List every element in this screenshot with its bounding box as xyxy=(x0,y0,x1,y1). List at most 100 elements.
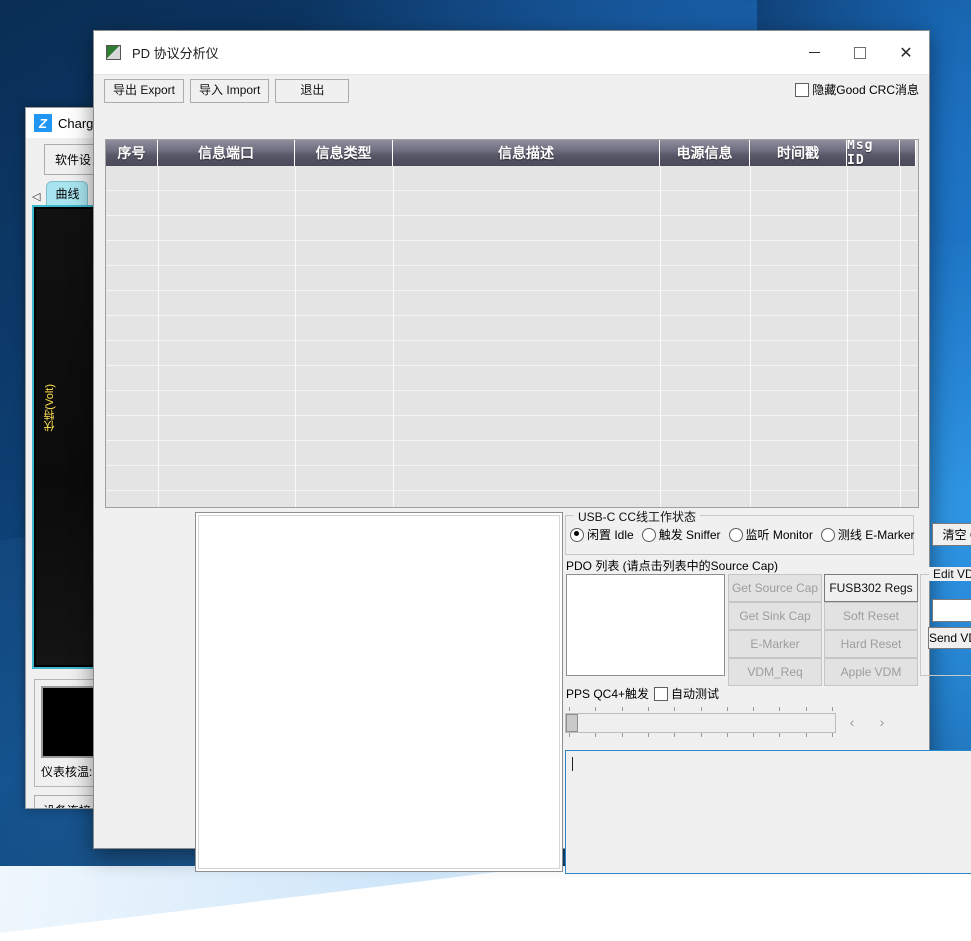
table-header-2[interactable]: 信息类型 xyxy=(295,140,393,166)
slider-tick xyxy=(832,707,833,711)
export-button[interactable]: 导出 Export xyxy=(104,79,184,103)
table-row[interactable] xyxy=(106,191,918,216)
cc-radio-1-label: 触发 Sniffer xyxy=(659,526,721,543)
background-window-title: Charg xyxy=(58,116,93,131)
pd-analyzer-window[interactable]: PD 协议分析仪 ✕ 导出 Export 导入 Import 退出 隐藏Good… xyxy=(93,30,930,849)
hard-reset-button[interactable]: Hard Reset xyxy=(824,630,918,658)
cc-status-groupbox: USB-C CC线工作状态 闲置 Idle触发 Sniffer监听 Monito… xyxy=(565,515,914,555)
slider-tick xyxy=(674,733,675,737)
slider-tick xyxy=(727,707,728,711)
clear-button[interactable]: 清空 Clear xyxy=(932,523,971,546)
hide-good-crc-checkbox[interactable]: 隐藏Good CRC消息 xyxy=(795,81,919,98)
table-row[interactable] xyxy=(106,416,918,441)
cc-radio-1-button xyxy=(642,528,656,542)
slider-tick xyxy=(806,733,807,737)
slider-tick xyxy=(674,707,675,711)
tab-scroll-left-icon[interactable]: ◁ xyxy=(32,190,44,205)
table-header-1[interactable]: 信息端口 xyxy=(158,140,295,166)
apple-vdm-button[interactable]: Apple VDM xyxy=(824,658,918,686)
table-header-3[interactable]: 信息描述 xyxy=(393,140,660,166)
maximize-icon xyxy=(854,47,866,59)
table-header-4[interactable]: 电源信息 xyxy=(660,140,750,166)
cc-radio-0-button xyxy=(570,528,584,542)
pps-slider-ticks-top xyxy=(569,707,832,711)
cc-radio-3[interactable]: 测线 E-Marker xyxy=(821,526,915,543)
minimize-button[interactable] xyxy=(791,31,837,74)
table-row[interactable] xyxy=(106,441,918,466)
slider-tick xyxy=(727,733,728,737)
slider-tick xyxy=(648,707,649,711)
get-sink-cap-button[interactable]: Get Sink Cap xyxy=(728,602,822,630)
tab-curve-chart[interactable]: 曲线 xyxy=(46,181,88,205)
slider-tick xyxy=(622,733,623,737)
slider-tick xyxy=(569,707,570,711)
auto-test-checkbox[interactable]: 自动测试 xyxy=(654,685,719,702)
slider-tick xyxy=(753,733,754,737)
soft-reset-button[interactable]: Soft Reset xyxy=(824,602,918,630)
pdo-list[interactable] xyxy=(566,574,725,676)
table-row[interactable] xyxy=(106,291,918,316)
cc-radio-2-label: 监听 Monitor xyxy=(746,526,813,543)
table-row[interactable] xyxy=(106,316,918,341)
table-row[interactable] xyxy=(106,341,918,366)
slider-tick xyxy=(832,733,833,737)
table-row[interactable] xyxy=(106,491,918,508)
table-row[interactable] xyxy=(106,166,918,191)
hide-good-crc-checkbox-box xyxy=(795,83,809,97)
pps-prev-icon[interactable]: ‹ xyxy=(842,712,862,732)
table-header-0[interactable]: 序号 xyxy=(106,140,158,166)
table-row[interactable] xyxy=(106,266,918,291)
import-button[interactable]: 导入 Import xyxy=(190,79,269,103)
table-row[interactable] xyxy=(106,466,918,491)
pps-trigger-label: PPS QC4+触发 xyxy=(566,685,649,702)
slider-tick xyxy=(622,707,623,711)
slider-tick xyxy=(779,733,780,737)
edit-vdm-group-label: Edit VDM xyxy=(929,567,971,581)
auto-test-label: 自动测试 xyxy=(671,685,719,702)
cc-radio-3-button xyxy=(821,528,835,542)
table-row[interactable] xyxy=(106,216,918,241)
chart-y-axis-label: 伏特(Volt) xyxy=(42,384,58,432)
vdm-input[interactable] xyxy=(932,599,971,622)
table-header-5[interactable]: 时间戳 xyxy=(750,140,847,166)
slider-tick xyxy=(753,707,754,711)
hide-good-crc-label: 隐藏Good CRC消息 xyxy=(812,81,919,98)
cc-status-group-label: USB-C CC线工作状态 xyxy=(574,508,700,525)
table-header-7[interactable] xyxy=(900,140,916,166)
auto-test-checkbox-box xyxy=(654,687,668,701)
message-table[interactable]: 序号信息端口信息类型信息描述电源信息时间戳Msg ID xyxy=(105,139,919,508)
cc-status-radio-group[interactable]: 闲置 Idle触发 Sniffer监听 Monitor测线 E-Marker xyxy=(570,526,909,543)
table-header-6[interactable]: Msg ID xyxy=(847,140,900,166)
pdo-list-label: PDO 列表 (请点击列表中的Source Cap) xyxy=(566,557,778,574)
cc-radio-0-label: 闲置 Idle xyxy=(587,526,634,543)
slider-tick xyxy=(595,733,596,737)
vdm-req-button[interactable]: VDM_Req xyxy=(728,658,822,686)
minimize-icon xyxy=(809,52,820,53)
table-row[interactable] xyxy=(106,391,918,416)
exit-button[interactable]: 退出 xyxy=(275,79,349,103)
e-marker-button[interactable]: E-Marker xyxy=(728,630,822,658)
edit-vdm-groupbox: Edit VDM xyxy=(920,574,971,676)
table-row[interactable] xyxy=(106,366,918,391)
fusb302-regs-button[interactable]: FUSB302 Regs xyxy=(824,574,918,602)
close-button[interactable]: ✕ xyxy=(883,31,929,74)
log-textarea[interactable]: ⌃ ⌄ xyxy=(565,750,971,874)
cc-radio-1[interactable]: 触发 Sniffer xyxy=(642,526,721,543)
pps-slider-thumb[interactable] xyxy=(566,714,578,732)
slider-tick xyxy=(648,733,649,737)
pps-slider[interactable] xyxy=(565,707,836,737)
cc-radio-2-button xyxy=(729,528,743,542)
cc-radio-2[interactable]: 监听 Monitor xyxy=(729,526,813,543)
table-row[interactable] xyxy=(106,241,918,266)
get-source-cap-button[interactable]: Get Source Cap xyxy=(728,574,822,602)
message-table-body[interactable] xyxy=(106,166,918,507)
cc-radio-0[interactable]: 闲置 Idle xyxy=(570,526,634,543)
detail-list-panel[interactable] xyxy=(195,512,563,872)
titlebar: PD 协议分析仪 ✕ xyxy=(94,31,929,75)
detail-list-inner[interactable] xyxy=(198,515,560,869)
send-vdm-button[interactable]: Send VDM xyxy=(928,627,971,649)
pps-slider-track[interactable] xyxy=(565,713,836,733)
maximize-button[interactable] xyxy=(837,31,883,74)
pps-next-icon[interactable]: › xyxy=(872,712,892,732)
slider-tick xyxy=(595,707,596,711)
